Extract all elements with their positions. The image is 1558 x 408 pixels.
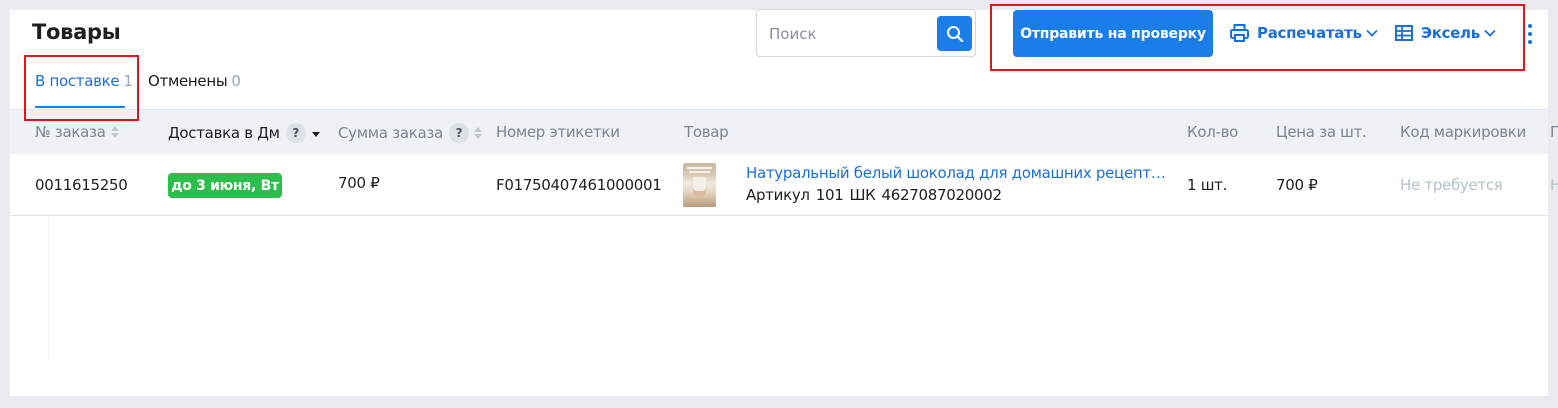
excel-dropdown[interactable]: Эксель (1395, 22, 1496, 44)
divider (48, 216, 49, 360)
search-input[interactable] (769, 22, 929, 46)
truncated-cell: Н (1550, 176, 1558, 194)
tab-count: 0 (231, 72, 241, 90)
column-label-number: Номер этикетки (496, 123, 620, 141)
active-tab-indicator (35, 106, 125, 108)
help-icon[interactable]: ? (285, 123, 306, 143)
chevron-down-icon (1484, 29, 1496, 37)
label-number: F01750407461000001 (496, 176, 662, 194)
tab-label: В поставке (35, 72, 120, 90)
quantity: 1 шт. (1187, 176, 1228, 194)
column-label: Доставка в Дм (168, 124, 280, 142)
column-delivery[interactable]: Доставка в Дм ? (168, 123, 320, 143)
column-product: Товар (684, 123, 729, 141)
excel-label: Эксель (1421, 24, 1480, 42)
order-sum: 700 ₽ (338, 174, 380, 192)
printer-icon (1230, 24, 1249, 42)
print-label: Распечатать (1257, 24, 1362, 42)
page-title: Товары (32, 20, 121, 44)
sort-icon (473, 127, 482, 139)
column-label: Сумма заказа (338, 124, 443, 142)
tab-in-delivery[interactable]: В поставке 1 (35, 72, 133, 90)
marking-code: Не требуется (1400, 176, 1503, 194)
search-button[interactable] (937, 16, 972, 51)
more-menu-icon[interactable] (1526, 24, 1534, 44)
product-thumbnail[interactable] (683, 163, 716, 207)
column-quantity: Кол-во (1187, 123, 1239, 141)
search-icon (946, 25, 963, 42)
column-marking-code: Код маркировки (1400, 123, 1526, 141)
order-number: 0011615250 (35, 176, 128, 194)
column-truncated: П (1550, 123, 1558, 141)
chevron-down-icon (1366, 29, 1378, 37)
tab-count: 1 (123, 72, 133, 90)
table-icon (1395, 25, 1413, 41)
article-value: 101 (815, 186, 844, 204)
tab-label: Отменены (148, 72, 228, 90)
product-meta: Артикул 101 ШК 4627087020002 (746, 186, 1008, 204)
column-unit-price: Цена за шт. (1276, 123, 1367, 141)
help-icon[interactable]: ? (448, 123, 469, 143)
product-name-link[interactable]: Натуральный белый шоколад для домашних р… (746, 164, 1170, 182)
article-label: Артикул (746, 186, 810, 204)
column-order-sum[interactable]: Сумма заказа ? (338, 123, 482, 143)
column-order-number[interactable]: № заказа (35, 123, 119, 141)
delivery-date-badge: до 3 июня, Вт (168, 173, 282, 198)
tab-cancelled[interactable]: Отменены 0 (148, 72, 241, 90)
unit-price: 700 ₽ (1276, 176, 1318, 194)
sort-icon (110, 126, 119, 138)
barcode-label: ШК (849, 186, 876, 204)
sort-desc-icon (311, 132, 320, 137)
submit-for-review-button[interactable]: Отправить на проверку (1013, 10, 1213, 57)
barcode-value: 4627087020002 (881, 186, 1002, 204)
column-label: № заказа (35, 123, 106, 141)
print-dropdown[interactable]: Распечатать (1230, 22, 1378, 44)
